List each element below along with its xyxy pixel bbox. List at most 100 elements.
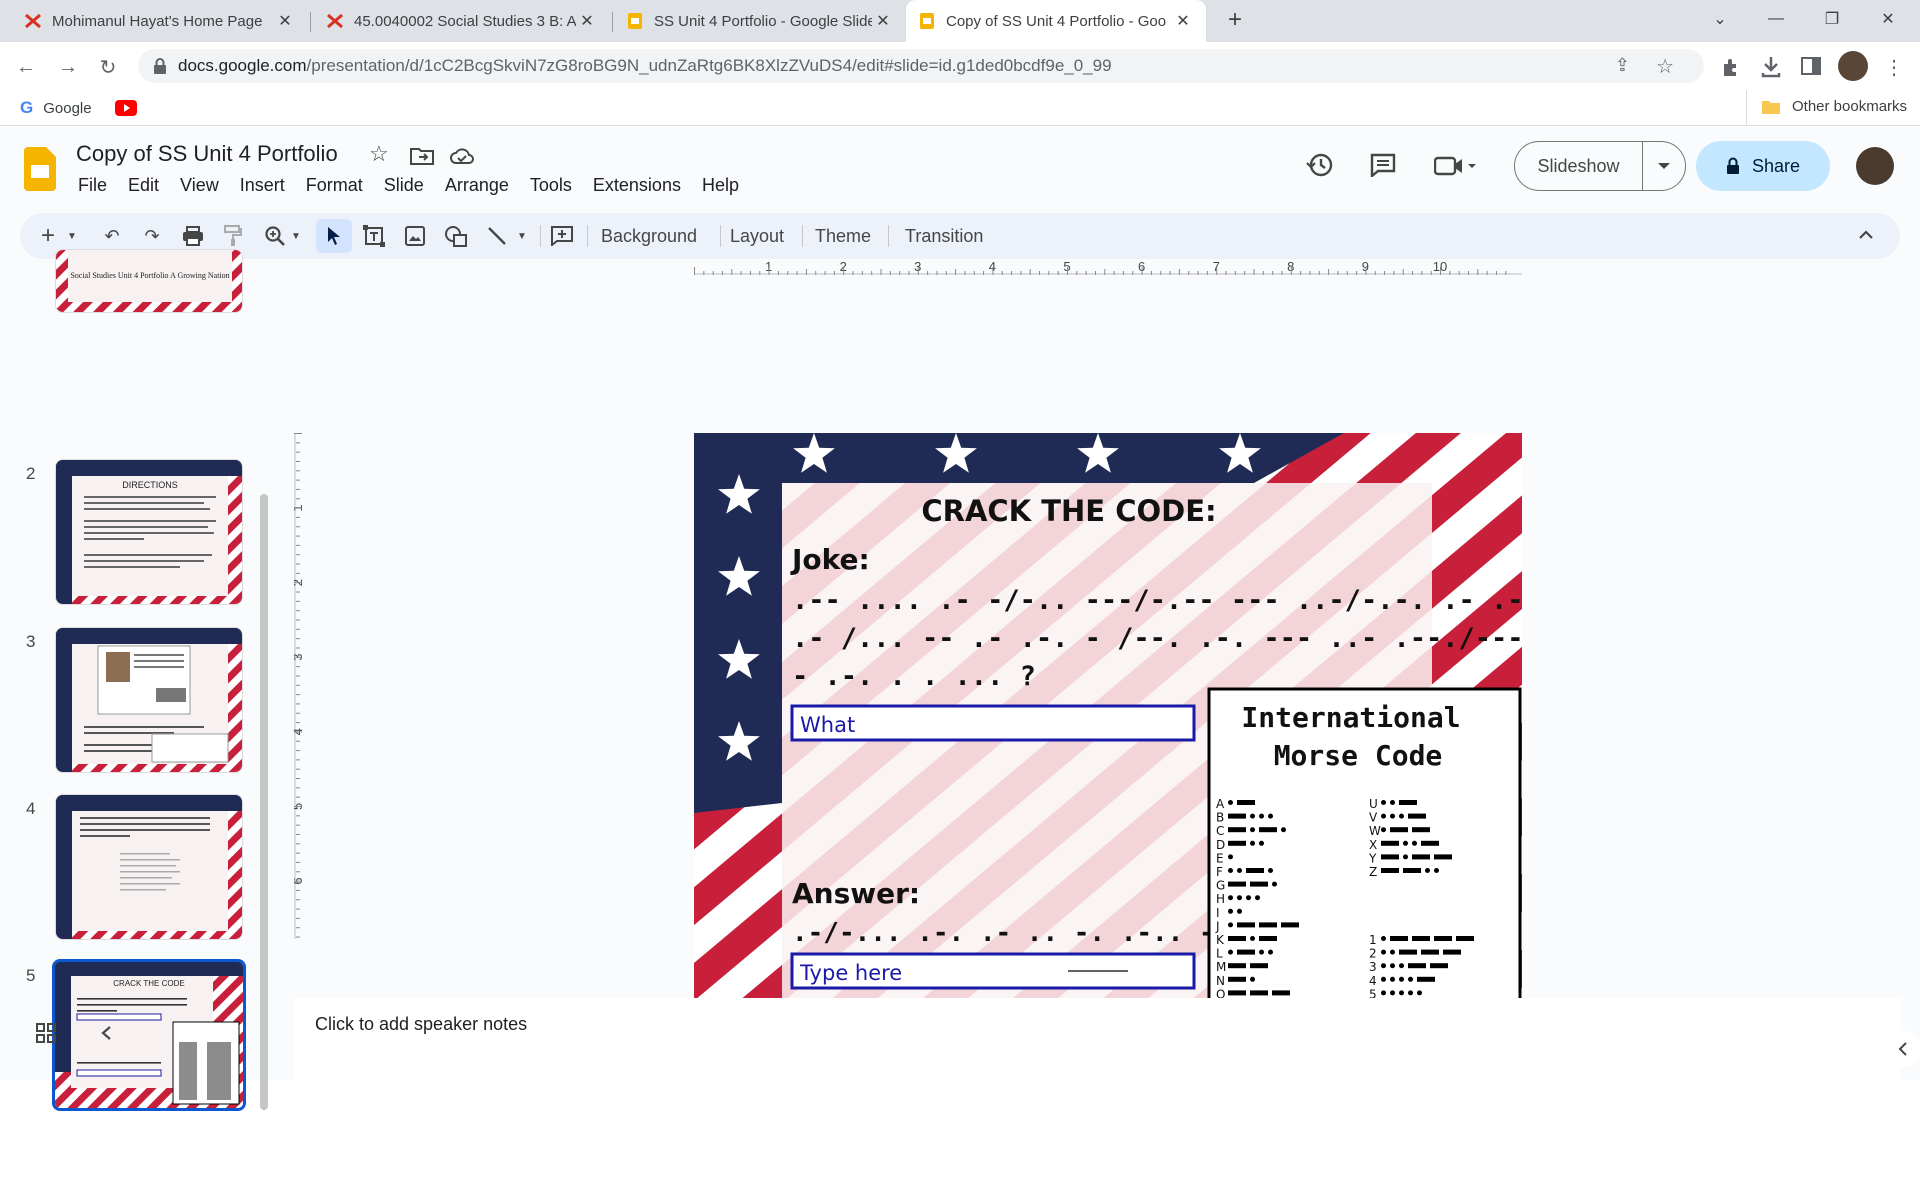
speaker-notes[interactable]: Click to add speaker notes: [294, 998, 1900, 1184]
layout-button[interactable]: Layout: [730, 222, 784, 250]
bookmark-google[interactable]: G Google: [20, 98, 92, 118]
ruler-tick: [852, 271, 854, 275]
meet-camera-icon[interactable]: [1434, 155, 1476, 177]
toolbar-divider: [720, 225, 721, 247]
insert-image-icon[interactable]: [405, 226, 425, 246]
filmstrip-scrollbar[interactable]: [260, 494, 268, 1110]
text-box-icon[interactable]: [363, 225, 385, 247]
url-bar[interactable]: docs.google.com/presentation/d/1cC2BcgSk…: [138, 49, 1704, 83]
paint-format-icon[interactable]: [224, 225, 242, 247]
theme-button[interactable]: Theme: [815, 222, 871, 250]
print-icon[interactable]: [182, 226, 204, 246]
extensions-icon[interactable]: [1720, 56, 1742, 78]
slide-thumbnail-3[interactable]: [55, 627, 243, 773]
forward-button[interactable]: →: [52, 51, 84, 83]
menu-view[interactable]: View: [180, 175, 219, 196]
star-icon[interactable]: ☆: [369, 141, 389, 167]
move-folder-icon[interactable]: [410, 147, 434, 165]
youtube-icon[interactable]: [115, 100, 137, 116]
line-tool-icon[interactable]: [487, 226, 507, 246]
morse-dash: [1228, 840, 1246, 846]
browser-menu-icon[interactable]: ⋮: [1878, 51, 1910, 83]
bookmark-star-icon[interactable]: ☆: [1656, 54, 1674, 79]
close-icon[interactable]: ✕: [1172, 10, 1194, 32]
ruler-tick: [1281, 271, 1283, 275]
menu-format[interactable]: Format: [306, 175, 363, 196]
back-button[interactable]: ←: [10, 51, 42, 83]
joke-morse-line-2: .- /... -- .- .-. - /--. .-. --- ..- .--…: [792, 623, 1522, 654]
collapse-filmstrip-icon[interactable]: [100, 1025, 112, 1041]
ruler-tick: [296, 824, 300, 826]
grid-view-icon[interactable]: [36, 1023, 56, 1043]
cloud-saved-icon[interactable]: [450, 147, 474, 165]
menu-edit[interactable]: Edit: [128, 175, 159, 196]
slide-thumbnail-5[interactable]: CRACK THE CODE: [52, 959, 246, 1111]
morse-dot: [1246, 895, 1251, 901]
menu-insert[interactable]: Insert: [240, 175, 285, 196]
restore-button[interactable]: ❐: [1810, 0, 1854, 38]
slide-thumbnail-1[interactable]: Social Studies Unit 4 Portfolio A Growin…: [55, 249, 243, 313]
side-panel-toggle-icon[interactable]: [1888, 1031, 1920, 1067]
shape-icon[interactable]: [444, 225, 468, 247]
browser-tab-2[interactable]: 45.0040002 Social Studies 3 B: A ✕: [314, 0, 610, 42]
other-bookmarks[interactable]: Other bookmarks: [1762, 98, 1907, 115]
close-icon[interactable]: ✕: [274, 10, 296, 32]
zoom-dropdown[interactable]: ▼: [290, 222, 302, 250]
redo-icon[interactable]: ↷: [140, 222, 164, 250]
transition-button[interactable]: Transition: [905, 222, 983, 250]
ruler-tick: [296, 768, 300, 770]
slideshow-button[interactable]: Slideshow: [1515, 142, 1642, 190]
select-tool-button[interactable]: [316, 219, 352, 253]
close-icon[interactable]: ✕: [576, 10, 598, 32]
undo-icon[interactable]: ↶: [100, 222, 124, 250]
share-button[interactable]: Share: [1696, 141, 1830, 191]
download-icon[interactable]: [1760, 55, 1782, 79]
ruler-tick: [296, 675, 300, 677]
chevron-up-icon[interactable]: [1858, 230, 1874, 240]
new-tab-button[interactable]: +: [1222, 8, 1248, 34]
line-dropdown[interactable]: ▼: [516, 222, 528, 250]
ruler-tick: [1374, 271, 1376, 275]
slide-5[interactable]: CRACK THE CODE: Joke: .-- .... .- -/-.. …: [694, 433, 1522, 1073]
menu-file[interactable]: File: [78, 175, 107, 196]
side-panel-icon[interactable]: [1801, 57, 1821, 75]
ruler-tick: [871, 271, 873, 275]
ruler-tick: [296, 759, 300, 761]
browser-tab-1[interactable]: Mohimanul Hayat's Home Page ✕: [12, 0, 308, 42]
zoom-icon[interactable]: [264, 225, 286, 247]
morse-dot: [1237, 895, 1242, 901]
reload-button[interactable]: ↻: [92, 51, 124, 83]
share-page-icon[interactable]: ⇪: [1615, 55, 1630, 76]
document-title[interactable]: Copy of SS Unit 4 Portfolio: [76, 141, 338, 167]
close-icon[interactable]: ✕: [872, 10, 894, 32]
answer-input-text[interactable]: Type here: [799, 961, 902, 985]
new-slide-button[interactable]: +: [38, 222, 58, 250]
slide-thumbnail-2[interactable]: DIRECTIONS: [55, 459, 243, 605]
ruler-tick: [1085, 271, 1087, 275]
morse-dot: [1250, 827, 1255, 833]
chevron-down-icon[interactable]: [1657, 162, 1671, 170]
tab-search-icon[interactable]: ⌄: [1698, 0, 1742, 38]
menu-arrange[interactable]: Arrange: [445, 175, 509, 196]
menu-help[interactable]: Help: [702, 175, 739, 196]
browser-tab-4[interactable]: Copy of SS Unit 4 Portfolio - Goo ✕: [906, 0, 1206, 42]
browser-tab-3[interactable]: SS Unit 4 Portfolio - Google Slide ✕: [614, 0, 906, 42]
profile-avatar[interactable]: [1838, 51, 1868, 81]
notes-resize-handle[interactable]: [1068, 970, 1128, 972]
comments-icon[interactable]: [1370, 153, 1396, 177]
joke-answer-text[interactable]: What: [800, 713, 855, 737]
slides-logo-icon[interactable]: [24, 147, 56, 191]
minimize-button[interactable]: —: [1754, 0, 1798, 38]
version-history-icon[interactable]: [1306, 151, 1334, 179]
menu-extensions[interactable]: Extensions: [593, 175, 681, 196]
ruler-tick: [1328, 269, 1330, 275]
menu-slide[interactable]: Slide: [384, 175, 424, 196]
background-button[interactable]: Background: [601, 222, 697, 250]
window-close-button[interactable]: ✕: [1866, 0, 1910, 38]
speaker-notes-placeholder[interactable]: Click to add speaker notes: [315, 1014, 527, 1035]
new-slide-layout-dropdown[interactable]: ▼: [66, 222, 78, 250]
add-comment-icon[interactable]: [551, 226, 573, 246]
account-avatar[interactable]: [1856, 147, 1894, 185]
slide-thumbnail-4[interactable]: [55, 794, 243, 940]
menu-tools[interactable]: Tools: [530, 175, 572, 196]
